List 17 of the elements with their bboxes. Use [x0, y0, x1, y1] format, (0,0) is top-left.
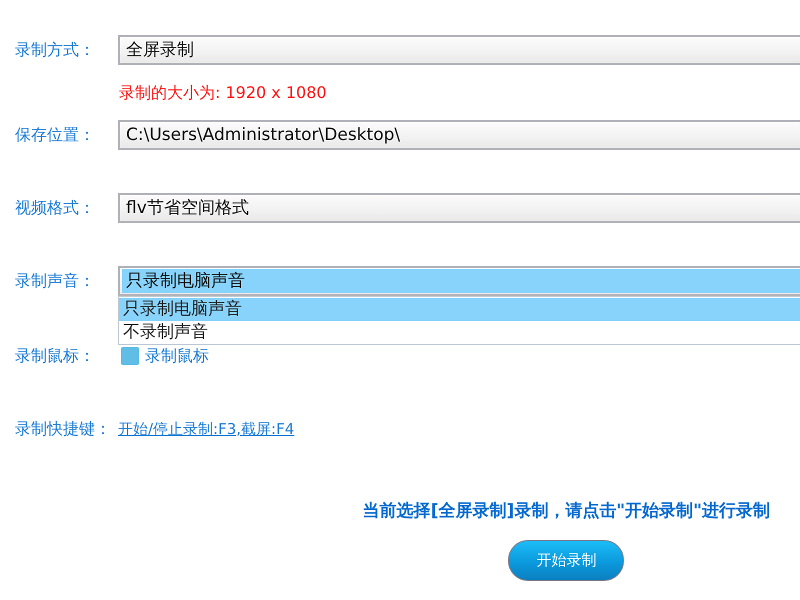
- checkbox[interactable]: [121, 347, 139, 365]
- dropdown-field[interactable]: 只录制电脑声音: [118, 266, 800, 296]
- resolution-note: 录制的大小为: 1920 x 1080: [119, 83, 327, 103]
- status-message: 当前选择[全屏录制]录制，请点击"开始录制"进行录制: [362, 500, 770, 522]
- checkbox-label[interactable]: 录制鼠标: [145, 346, 209, 366]
- field-label: 录制鼠标：: [15, 346, 96, 366]
- dropdown-field[interactable]: flv节省空间格式: [118, 193, 800, 223]
- dropdown-option[interactable]: 不录制声音: [119, 321, 800, 344]
- field-label: 录制声音：: [15, 271, 96, 291]
- path-field[interactable]: C:\Users\Administrator\Desktop\: [118, 120, 800, 150]
- dropdown-field[interactable]: 全屏录制: [118, 35, 800, 65]
- shortcut-link[interactable]: 开始/停止录制:F3,截屏:F4: [118, 419, 294, 439]
- field-label: 录制快捷键：: [15, 419, 112, 439]
- field-label: 视频格式：: [15, 198, 96, 218]
- dropdown-option[interactable]: 只录制电脑声音: [119, 298, 800, 321]
- field-label: 保存位置：: [15, 125, 96, 145]
- field-label: 录制方式：: [15, 40, 96, 60]
